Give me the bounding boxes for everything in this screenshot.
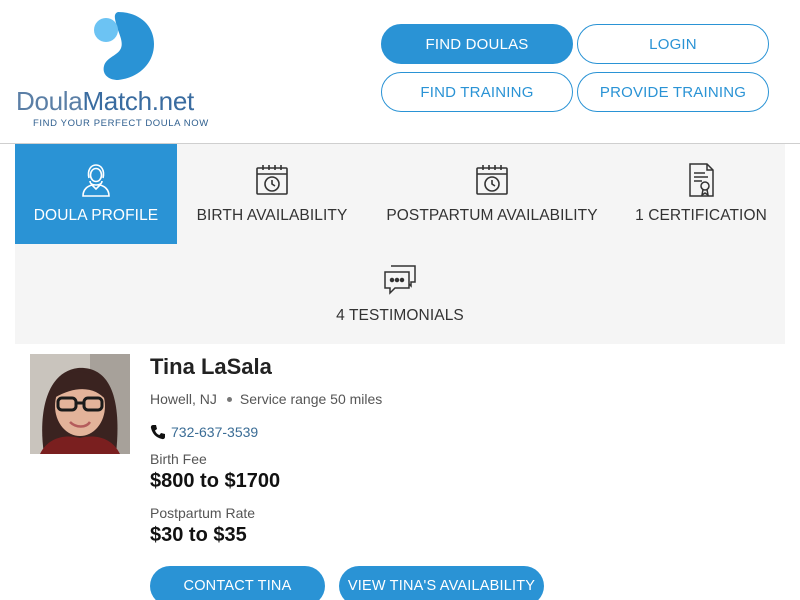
find-doulas-button[interactable]: FIND DOULAS [381,24,573,64]
certificate-icon [689,163,714,197]
logo-wordmark: DoulaMatch.net [16,86,194,117]
tab-label: DOULA PROFILE [33,207,159,224]
login-button[interactable]: LOGIN [577,24,769,64]
postpartum-rate-label: Postpartum Rate [150,505,256,521]
postpartum-rate-value: $30 to $35 [150,524,247,546]
birth-fee-value: $800 to $1700 [150,470,281,492]
doula-location-line: Howell, NJ Service range 50 miles [150,391,382,407]
phone-link[interactable]: 732-637-3539 [150,424,258,440]
logo-mark-icon [94,12,154,80]
calendar-clock-icon [256,165,288,195]
tab-birth-availability[interactable]: BIRTH AVAILABILITY [177,144,367,244]
doula-photo [30,354,130,454]
view-availability-button[interactable]: VIEW TINA'S AVAILABILITY [339,566,544,600]
tab-postpartum-availability[interactable]: POSTPARTUM AVAILABILITY [367,144,617,244]
tab-testimonials[interactable]: 4 TESTIMONIALS [300,244,500,344]
tab-label: POSTPARTUM AVAILABILITY [386,207,598,224]
provide-training-button[interactable]: PROVIDE TRAINING [577,72,769,112]
doula-location: Howell, NJ [150,391,217,407]
logo-word-part2: Match.net [82,86,194,116]
phone-icon [150,425,165,440]
calendar-clock-icon [476,165,508,195]
site-header: DoulaMatch.net FIND YOUR PERFECT DOULA N… [0,0,800,144]
tab-label: 1 CERTIFICATION [635,207,767,224]
site-logo[interactable]: DoulaMatch.net FIND YOUR PERFECT DOULA N… [16,10,226,132]
phone-number[interactable]: 732-637-3539 [171,424,258,440]
profile-tabs: DOULA PROFILE BIRTH AVAILABILITY POSTPAR… [15,144,785,344]
birth-fee-label: Birth Fee [150,451,207,467]
portrait-image [30,354,130,454]
separator-dot [226,396,232,402]
find-training-button[interactable]: FIND TRAINING [381,72,573,112]
contact-button[interactable]: CONTACT TINA [150,566,325,600]
chat-bubbles-icon [384,265,416,295]
service-range: Service range 50 miles [239,391,383,407]
tab-label: BIRTH AVAILABILITY [196,207,348,224]
doula-name: Tina LaSala [150,354,272,379]
tab-doula-profile[interactable]: DOULA PROFILE [15,144,177,244]
logo-tagline: FIND YOUR PERFECT DOULA NOW [33,118,209,129]
tab-label: 4 TESTIMONIALS [336,307,464,324]
logo-word-part1: Doula [16,86,83,116]
doula-person-icon [82,164,110,197]
tab-certification[interactable]: 1 CERTIFICATION [617,144,785,244]
